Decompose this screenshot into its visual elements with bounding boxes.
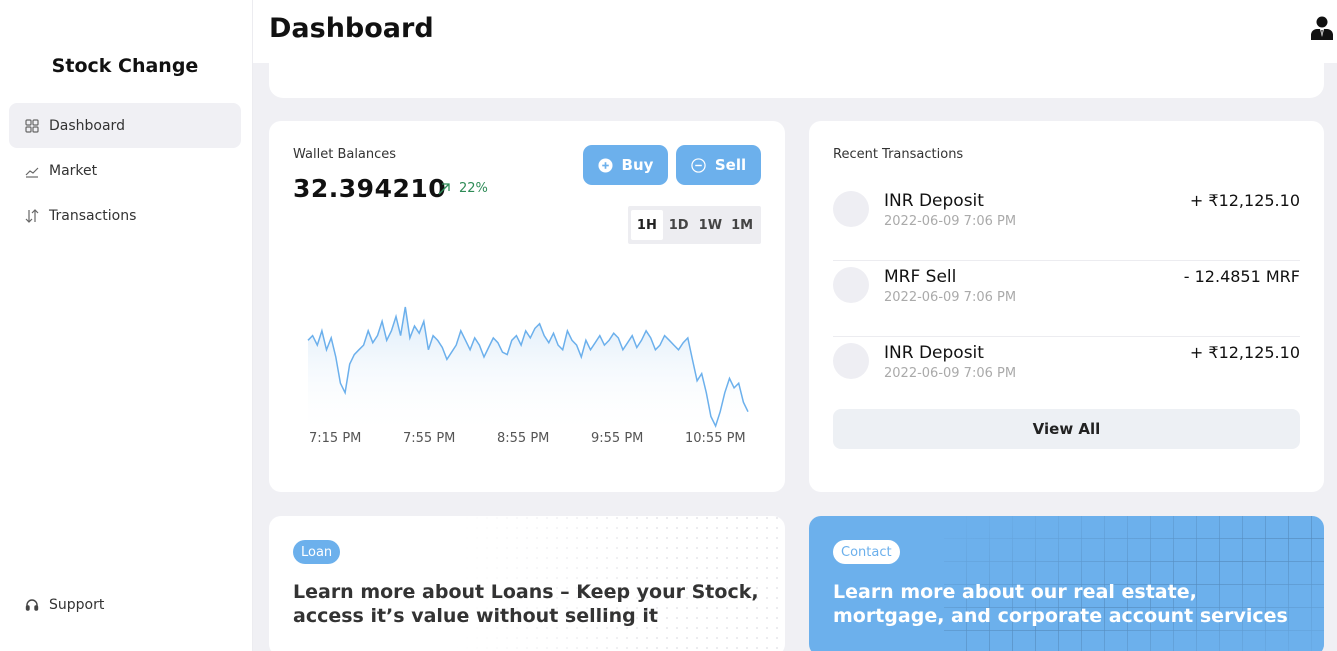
grid-icon [25, 118, 39, 133]
headset-icon [25, 598, 39, 612]
page-title: Dashboard [269, 13, 434, 44]
wallet-card: Wallet Balances 32.394210 22% Buy Sell 1… [269, 121, 785, 492]
x-tick-label: 9:55 PM [591, 431, 644, 446]
sidebar: Stock Change Dashboard Market Transactio… [0, 0, 253, 651]
minus-circle-icon [691, 157, 706, 173]
sidebar-item-label: Support [49, 596, 105, 613]
transaction-avatar [833, 191, 869, 227]
range-1w[interactable]: 1W [695, 210, 727, 240]
transaction-amount: + ₹12,125.10 [1189, 343, 1300, 362]
loan-promo-text: Learn more about Loans – Keep your Stock… [293, 581, 759, 627]
view-all-button[interactable]: View All [833, 409, 1300, 449]
sell-label: Sell [714, 156, 747, 174]
range-1h[interactable]: 1H [631, 210, 663, 240]
range-1m[interactable]: 1M [726, 210, 758, 240]
sell-button[interactable]: Sell [676, 145, 761, 185]
top-panel [269, 63, 1324, 98]
sidebar-item-transactions[interactable]: Transactions [9, 193, 241, 238]
recent-transactions-title: Recent Transactions [833, 147, 964, 162]
range-1d[interactable]: 1D [663, 210, 695, 240]
plus-circle-icon [598, 157, 613, 173]
transaction-name: MRF Sell [884, 267, 957, 287]
buy-label: Buy [621, 156, 654, 174]
header: Dashboard [253, 0, 1337, 63]
arrow-up-right-icon [438, 182, 450, 194]
sidebar-item-market[interactable]: Market [9, 148, 241, 193]
balance-change-value: 22% [459, 181, 488, 196]
buy-button[interactable]: Buy [583, 145, 668, 185]
main-content: Wallet Balances 32.394210 22% Buy Sell 1… [253, 63, 1337, 651]
line-chart-icon [25, 164, 39, 178]
wallet-title: Wallet Balances [293, 147, 397, 162]
x-tick-label: 7:15 PM [309, 431, 362, 446]
transaction-avatar [833, 343, 869, 379]
transaction-amount: - 12.4851 MRF [1183, 267, 1300, 286]
sidebar-item-dashboard[interactable]: Dashboard [9, 103, 241, 148]
sort-arrows-icon [25, 208, 39, 223]
user-tie-icon[interactable] [1311, 16, 1333, 40]
x-tick-label: 8:55 PM [497, 431, 550, 446]
loan-promo-card[interactable]: Loan Learn more about Loans – Keep your … [269, 516, 785, 651]
transaction-name: INR Deposit [884, 343, 984, 363]
sidebar-item-label: Market [49, 162, 98, 179]
sidebar-item-label: Dashboard [49, 117, 125, 134]
sidebar-item-support[interactable]: Support [9, 582, 241, 627]
chart-area-fill [308, 307, 748, 436]
balance-change: 22% [437, 181, 488, 196]
transaction-row[interactable]: INR Deposit 2022-06-09 7:06 PM + ₹12,125… [833, 337, 1300, 413]
transaction-name: INR Deposit [884, 191, 984, 211]
sidebar-item-label: Transactions [49, 207, 137, 224]
wallet-chart [307, 306, 749, 436]
transaction-time: 2022-06-09 7:06 PM [884, 366, 1017, 381]
x-tick-label: 7:55 PM [403, 431, 456, 446]
x-tick-label: 10:55 PM [685, 431, 746, 446]
loan-tag: Loan [293, 540, 341, 564]
time-range-selector: 1H 1D 1W 1M [628, 206, 761, 244]
transaction-row[interactable]: INR Deposit 2022-06-09 7:06 PM + ₹12,125… [833, 185, 1300, 261]
transaction-amount: + ₹12,125.10 [1189, 191, 1300, 210]
brand-name: Stock Change [51, 55, 199, 77]
transaction-row[interactable]: MRF Sell 2022-06-09 7:06 PM - 12.4851 MR… [833, 261, 1300, 337]
contact-tag: Contact [833, 540, 900, 564]
transaction-time: 2022-06-09 7:06 PM [884, 290, 1017, 305]
wallet-balance: 32.394210 [293, 174, 447, 203]
contact-promo-text: Learn more about our real estate, mortga… [833, 581, 1288, 627]
transaction-avatar [833, 267, 869, 303]
recent-transactions-card: Recent Transactions INR Deposit 2022-06-… [809, 121, 1324, 492]
contact-promo-card[interactable]: Contact Learn more about our real estate… [809, 516, 1324, 651]
transaction-time: 2022-06-09 7:06 PM [884, 214, 1017, 229]
